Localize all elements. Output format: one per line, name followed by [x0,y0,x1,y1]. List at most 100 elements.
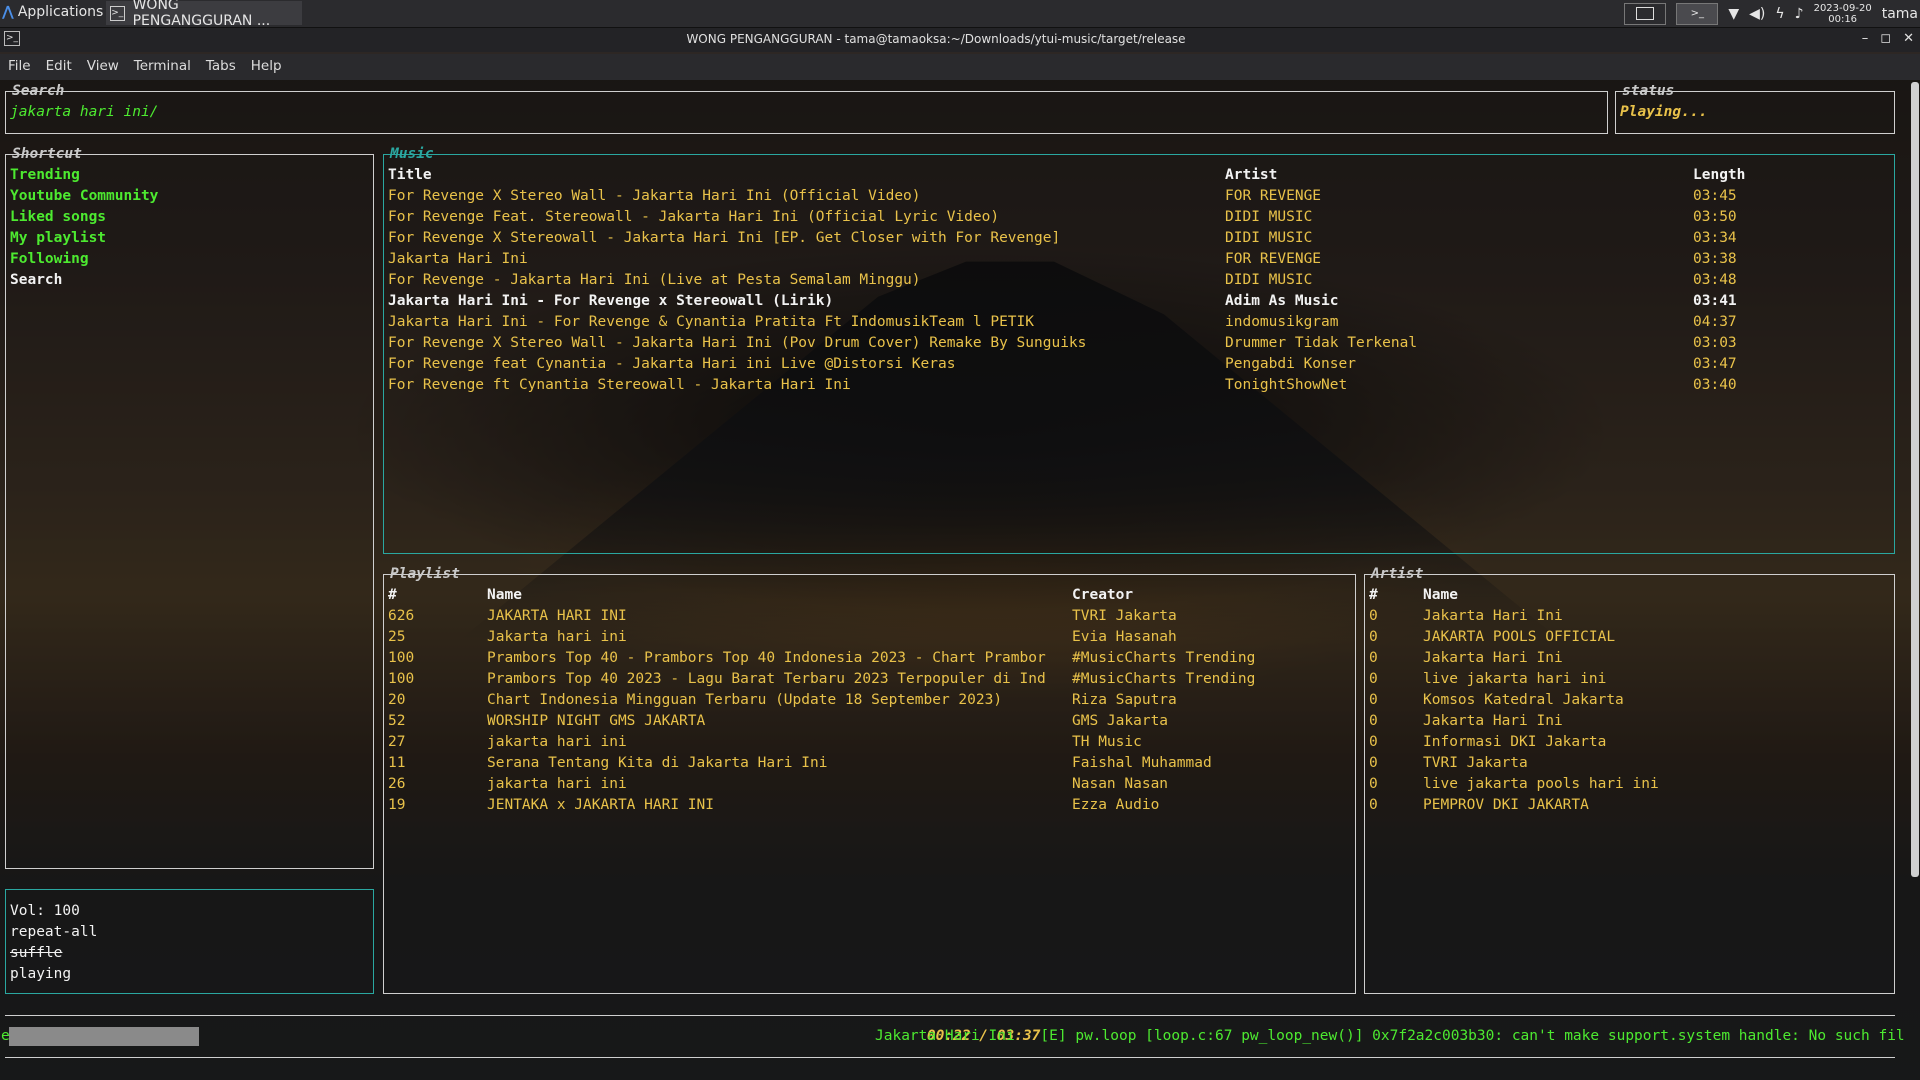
artist-count: 0 [1369,671,1378,687]
terminal-icon: >_ [1690,8,1705,19]
playlist-header-name: Name [487,587,522,603]
shortcut-search[interactable]: Search [10,270,158,291]
artist-row[interactable]: 0 JAKARTA POOLS OFFICIAL [1369,627,1889,648]
playing-text: playing [10,966,72,982]
music-length: 03:03 [1693,335,1737,351]
playlist-name: Prambors Top 40 - Prambors Top 40 Indone… [487,650,1046,666]
music-length: 04:37 [1693,314,1737,330]
scrollbar[interactable] [1911,82,1919,877]
menu-help[interactable]: Help [243,54,289,80]
artist-name: Informasi DKI Jakarta [1423,734,1607,750]
artist-count: 0 [1369,608,1378,624]
music-header-artist: Artist [1225,167,1278,183]
menu-edit[interactable]: Edit [38,54,79,80]
wifi-icon[interactable]: ▼ [1728,6,1739,22]
playlist-count: 11 [388,755,406,771]
music-row[interactable]: Jakarta Hari Ini - For Revenge & Cynanti… [388,312,1888,333]
search-input[interactable]: jakarta hari ini/ [10,102,158,123]
music-artist: Drummer Tidak Terkenal [1225,335,1418,351]
music-length: 03:47 [1693,356,1737,372]
music-length: 03:41 [1693,293,1737,309]
music-length: 03:45 [1693,188,1737,204]
status-label: status [1622,83,1675,99]
playlist-row[interactable]: 100 Prambors Top 40 - Prambors Top 40 Ind… [388,648,1353,669]
music-title: For Revenge X Stereo Wall - Jakarta Hari… [388,335,1087,351]
music-row[interactable]: Jakarta Hari Ini FOR REVENGE 03:38 [388,249,1888,270]
music-title: For Revenge X Stereowall - Jakarta Hari … [388,230,1061,246]
playlist-row[interactable]: 11 Serana Tentang Kita di Jakarta Hari In… [388,753,1353,774]
music-row[interactable]: For Revenge - Jakarta Hari Ini (Live at … [388,270,1888,291]
applications-menu[interactable]: ⋀ Applications ⋮ [2,4,121,20]
menu-view[interactable]: View [79,54,126,80]
artist-row[interactable]: 0 Informasi DKI Jakarta [1369,732,1889,753]
music-row[interactable]: For Revenge ft Cynantia Stereowall - Jak… [388,375,1888,396]
shortcut-trending[interactable]: Trending [10,165,158,186]
shortcut-liked-songs[interactable]: Liked songs [10,207,158,228]
playlist-count: 52 [388,713,406,729]
shortcut-following[interactable]: Following [10,249,158,270]
artist-name: live jakarta hari ini [1423,671,1607,687]
close-icon[interactable]: ✕ [1903,31,1914,46]
menu-tabs[interactable]: Tabs [198,54,243,80]
playlist-row[interactable]: 25 Jakarta hari ini Evia Hasanah [388,627,1353,648]
applications-label: Applications [17,4,104,20]
volume-icon[interactable]: ◀) [1749,6,1765,22]
artist-panel: Artist # Name 0 Jakarta Hari Ini 0 JAKARTA … [1364,566,1895,994]
shortcut-youtube-community[interactable]: Youtube Community [10,186,158,207]
shortcut-my-playlist[interactable]: My playlist [10,228,158,249]
clock-date: 2023-09-20 [1813,2,1872,14]
workspace-1-button[interactable] [1624,2,1667,25]
music-row[interactable]: Jakarta Hari Ini - For Revenge x Stereow… [388,291,1888,312]
search-panel[interactable]: Search jakarta hari ini/ [5,83,1608,134]
music-row[interactable]: For Revenge X Stereowall - Jakarta Hari … [388,228,1888,249]
music-row[interactable]: For Revenge X Stereo Wall - Jakarta Hari… [388,186,1888,207]
playlist-name: Chart Indonesia Mingguan Terbaru (Update… [487,692,1003,708]
artist-row[interactable]: 0 TVRI Jakarta [1369,753,1889,774]
playlist-row[interactable]: 19 JENTAKA x JAKARTA HARI INI Ezza Audio [388,795,1353,816]
power-icon[interactable]: ϟ [1775,6,1784,22]
artist-count: 0 [1369,692,1378,708]
now-playing-title: Jakarta Hari Ini [875,1028,1015,1044]
playlist-count: 626 [388,608,415,624]
window-titlebar: >_ WONG PENGANGGURAN - tama@tamaoksa:~/D… [0,28,1920,52]
artist-row[interactable]: 0 PEMPROV DKI JAKARTA [1369,795,1889,816]
artist-row[interactable]: 0 live jakarta pools hari ini [1369,774,1889,795]
menu-terminal[interactable]: Terminal [126,54,198,80]
music-row[interactable]: For Revenge Feat. Stereowall - Jakarta H… [388,207,1888,228]
artist-row[interactable]: 0 Jakarta Hari Ini [1369,711,1889,732]
playlist-creator: #MusicCharts Trending [1072,671,1256,687]
search-label: Search [12,83,65,99]
music-title: Jakarta Hari Ini - For Revenge x Stereow… [388,293,834,309]
workspace-2-button[interactable]: >_ [1676,2,1719,25]
playlist-name: Prambors Top 40 2023 - Lagu Barat Terbar… [487,671,1046,687]
playlist-row[interactable]: 52 WORSHIP NIGHT GMS JAKARTA GMS Jakarta [388,711,1353,732]
artist-row[interactable]: 0 Jakarta Hari Ini [1369,606,1889,627]
user-name[interactable]: tama [1882,6,1920,22]
shortcut-label: Shortcut [12,146,82,162]
artist-count: 0 [1369,734,1378,750]
playlist-creator: Riza Saputra [1072,692,1177,708]
music-row[interactable]: For Revenge X Stereo Wall - Jakarta Hari… [388,333,1888,354]
artist-row[interactable]: 0 Jakarta Hari Ini [1369,648,1889,669]
playlist-row[interactable]: 26 jakarta hari ini Nasan Nasan [388,774,1353,795]
playlist-creator: #MusicCharts Trending [1072,650,1256,666]
playlist-row[interactable]: 626 JAKARTA HARI INI TVRI Jakarta [388,606,1353,627]
playlist-row[interactable]: 20 Chart Indonesia Mingguan Terbaru (Upda… [388,690,1353,711]
music-row[interactable]: For Revenge feat Cynantia - Jakarta Hari… [388,354,1888,375]
playlist-creator: Faishal Muhammad [1072,755,1212,771]
minimize-icon[interactable]: – [1862,31,1869,46]
artist-row[interactable]: 0 live jakarta hari ini [1369,669,1889,690]
artist-row[interactable]: 0 Komsos Katedral Jakarta [1369,690,1889,711]
playlist-row[interactable]: 100 Prambors Top 40 2023 - Lagu Barat Ter… [388,669,1353,690]
artist-name: TVRI Jakarta [1423,755,1528,771]
maximize-icon[interactable]: ◻ [1880,31,1891,46]
status-value: Playing... [1620,104,1708,120]
menu-file[interactable]: File [0,54,38,80]
taskbar-item-terminal[interactable]: >_ WONG PENGANGGURAN ... [106,0,302,29]
status-panel: status Playing... [1615,83,1895,134]
notification-bell-icon[interactable]: ♪ [1795,6,1804,22]
clock[interactable]: 2023-09-20 00:16 [1814,3,1872,25]
music-artist: TonightShowNet [1225,377,1348,393]
playlist-row[interactable]: 27 jakarta hari ini TH Music [388,732,1353,753]
music-artist: Pengabdi Konser [1225,356,1356,372]
